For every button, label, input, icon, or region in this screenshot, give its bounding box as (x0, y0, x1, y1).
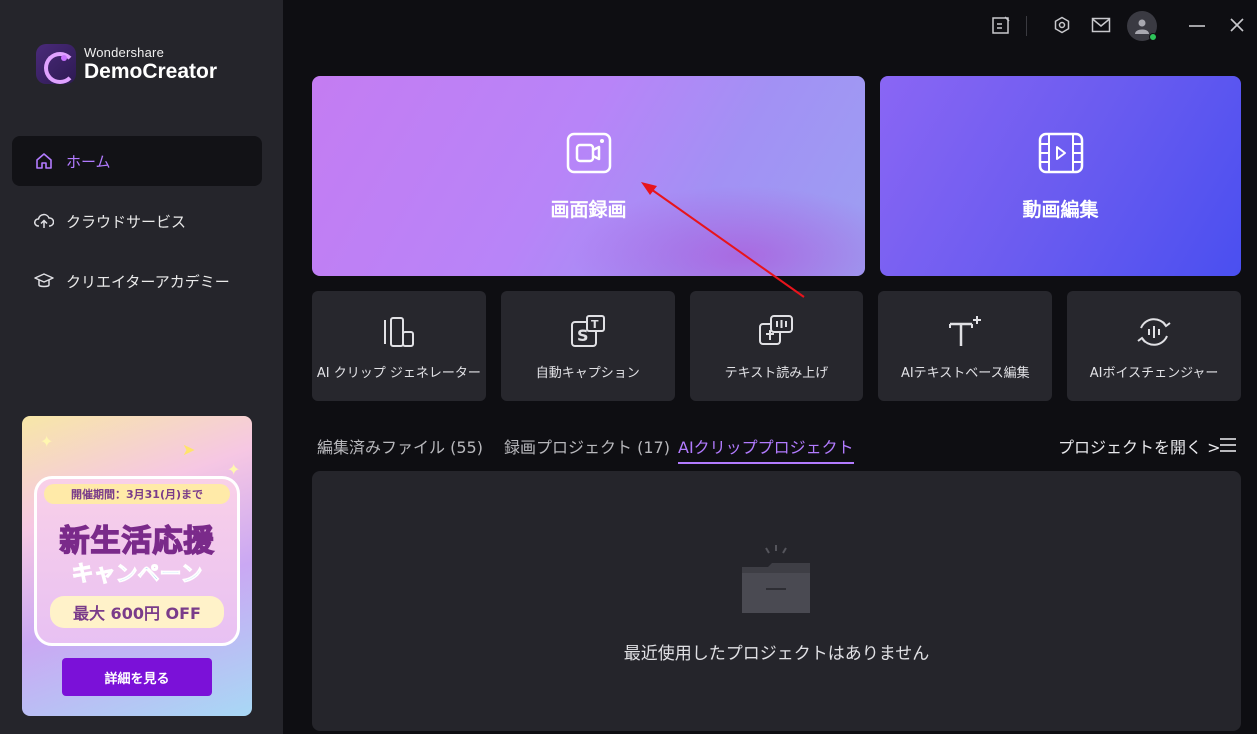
feedback-icon[interactable] (990, 14, 1012, 36)
settings-hex-icon[interactable] (1051, 14, 1073, 36)
ai-voice-changer-button[interactable]: AIボイスチェンジャー (1067, 291, 1241, 401)
tool-label: 自動キャプション (535, 365, 640, 381)
ai-clip-generator-button[interactable]: AI クリップ ジェネレーター (312, 291, 486, 401)
ai-text-based-edit-button[interactable]: AIテキストベース編集 (878, 291, 1053, 401)
subtitle-icon: ST (568, 312, 608, 352)
sidebar: Wondershare DemoCreator ホーム クラウドサービス クリエ… (0, 0, 283, 734)
toolbar-divider (1026, 16, 1027, 36)
open-project-link[interactable]: プロジェクトを開く > (1058, 434, 1221, 458)
user-avatar-icon[interactable] (1127, 11, 1157, 41)
video-edit-label: 動画編集 (1022, 198, 1099, 221)
project-tabs: 編集済みファイル (55) 録画プロジェクト (17) AIクリッププロジェクト… (312, 430, 1241, 464)
democreator-logo-icon (36, 44, 76, 84)
promo-period: 開催期間：3月31(月)まで (44, 484, 230, 504)
list-view-icon[interactable] (1218, 436, 1238, 454)
svg-text:T: T (591, 318, 599, 331)
text-to-speech-icon (756, 312, 796, 352)
online-status-dot (1149, 33, 1157, 41)
home-icon (34, 151, 54, 171)
close-icon[interactable] (1226, 14, 1248, 36)
screen-record-card[interactable]: 画面録画 (312, 76, 865, 276)
promo-subtitle: キャンペーン (71, 562, 203, 588)
star-decoration-icon: ➤ (182, 440, 196, 459)
project-list-panel: 最近使用したプロジェクトはありません (312, 471, 1241, 731)
promo-title: 新生活応援 (59, 523, 215, 560)
tab-edited-files[interactable]: 編集済みファイル (55) (317, 434, 483, 462)
ai-clip-icon (379, 312, 419, 352)
promo-discount: 最大 600円 OFF (50, 596, 224, 628)
star-decoration-icon: ✦ (227, 460, 241, 479)
sidebar-item-home[interactable]: ホーム (12, 136, 262, 186)
video-edit-card[interactable]: 動画編集 (880, 76, 1241, 276)
mail-icon[interactable] (1090, 14, 1112, 36)
brand-main-label: DemoCreator (84, 60, 218, 83)
minimize-icon[interactable] (1186, 14, 1208, 36)
sidebar-item-label: ホーム (66, 152, 111, 171)
empty-state-text: 最近使用したプロジェクトはありません (623, 644, 930, 664)
graduation-cap-icon (34, 271, 54, 291)
sidebar-nav: ホーム クラウドサービス クリエイターアカデミー (12, 136, 262, 316)
tool-label: AI クリップ ジェネレーター (316, 365, 481, 381)
empty-folder-icon (738, 543, 814, 619)
promo-banner[interactable]: ✦ ✦ ➤ 開催期間：3月31(月)まで 新生活応援 キャンペーン 最大 600… (22, 416, 252, 716)
sidebar-item-label: クラウドサービス (66, 212, 187, 231)
tool-label: AIボイスチェンジャー (1089, 365, 1219, 381)
voice-changer-icon (1134, 312, 1174, 352)
app-logo: Wondershare DemoCreator (36, 44, 217, 84)
text-to-speech-button[interactable]: テキスト読み上げ (689, 291, 864, 401)
cloud-upload-icon (34, 211, 54, 231)
tool-label: AIテキストベース編集 (900, 365, 1030, 381)
video-edit-icon (1037, 131, 1085, 179)
tab-ai-clip-projects[interactable]: AIクリッププロジェクト (678, 434, 854, 464)
auto-caption-button[interactable]: ST 自動キャプション (500, 291, 675, 401)
tool-label: テキスト読み上げ (724, 365, 829, 381)
sidebar-item-cloud[interactable]: クラウドサービス (12, 196, 262, 246)
text-edit-icon (945, 312, 985, 352)
promo-details-button[interactable]: 詳細を見る (62, 658, 212, 696)
sidebar-item-academy[interactable]: クリエイターアカデミー (12, 256, 262, 306)
tab-recording-projects[interactable]: 録画プロジェクト (17) (504, 434, 670, 462)
screen-record-label: 画面録画 (550, 198, 627, 221)
screen-record-icon (565, 131, 613, 179)
sidebar-item-label: クリエイターアカデミー (66, 272, 230, 291)
brand-sub-label: Wondershare (84, 45, 165, 60)
ai-tools-row: AI クリップ ジェネレーター ST 自動キャプション テキスト読み上げ AIテ… (312, 291, 1241, 401)
star-decoration-icon: ✦ (40, 432, 54, 451)
